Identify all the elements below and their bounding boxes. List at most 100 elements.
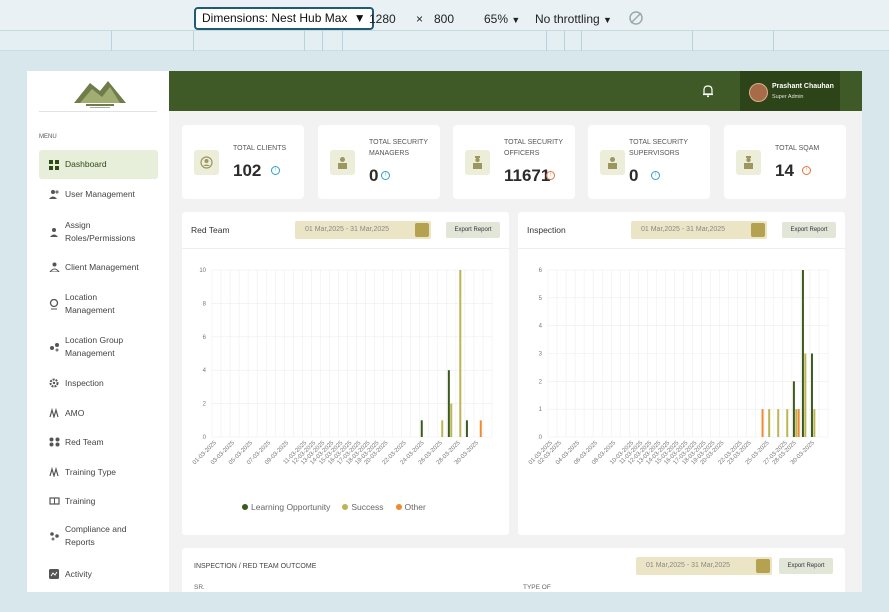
y-tick-label: 4 [203, 368, 207, 374]
legend-label: Other [404, 502, 426, 512]
client-icon [48, 261, 60, 273]
chart-bar[interactable] [797, 409, 800, 437]
bell-icon[interactable] [701, 84, 715, 98]
y-tick-label: 4 [539, 324, 543, 330]
chart-bar[interactable] [441, 420, 444, 437]
stat-card-security-managers[interactable]: TOTAL SECURITY MANAGERS 0 ↑ [318, 125, 440, 199]
column-header-type: TYPE OF [523, 584, 551, 591]
zoom-select[interactable]: 65% ▼ [484, 12, 520, 26]
client-icon [194, 150, 219, 175]
sidebar-item-activity[interactable]: Activity [39, 565, 158, 583]
stat-title: TOTAL SECURITY SUPERVISORS [629, 139, 688, 157]
chart-bar[interactable] [810, 353, 813, 438]
y-tick-label: 0 [539, 435, 543, 441]
sidebar-item-label: Dashboard [65, 159, 107, 169]
arrow-up-icon: ↑ [381, 171, 390, 180]
sidebar-item-dashboard[interactable]: Dashboard [39, 150, 158, 179]
stat-title: TOTAL SECURITY OFFICERS [504, 139, 563, 157]
sidebar-item-assign-roles[interactable]: Assign Roles/Permissions [39, 218, 158, 246]
chart-bar[interactable] [459, 270, 462, 437]
export-report-button[interactable]: Export Report [446, 222, 500, 238]
date-range-picker[interactable]: 01 Mar,2025 - 31 Mar,2025 [295, 221, 431, 239]
avatar [749, 83, 768, 102]
legend-swatch [342, 504, 349, 510]
menu-section-label: MENU [39, 134, 57, 140]
export-report-button[interactable]: Export Report [779, 558, 833, 574]
chart-bar[interactable] [804, 353, 807, 438]
user-name: Prashant Chauhan [772, 83, 834, 90]
chart-bar[interactable] [465, 420, 468, 437]
throttling-select[interactable]: No throttling ▼ [535, 12, 612, 26]
sidebar-item-client-management[interactable]: Client Management [39, 258, 158, 276]
amo-icon [48, 407, 60, 419]
column-header-sr: SR. [194, 584, 205, 591]
outcome-panel: INSPECTION / RED TEAM OUTCOME 01 Mar,202… [182, 548, 845, 592]
chart-bar[interactable] [792, 381, 795, 437]
width-input[interactable]: 1280 [369, 12, 396, 26]
date-range-value: 01 Mar,2025 - 31 Mar,2025 [646, 562, 731, 569]
stat-value: 0 [369, 166, 379, 185]
chart-bar[interactable] [795, 409, 798, 437]
user-role: Super Admin [772, 94, 804, 100]
stat-value: 14 [775, 161, 794, 180]
sidebar-item-label: Red Team [65, 436, 104, 447]
inspection-chart: 012345601-03-202502-03-202504-03-202506-… [528, 268, 829, 466]
inspection-panel: Inspection 01 Mar,2025 - 31 Mar,2025 Exp… [518, 212, 845, 535]
legend-swatch [242, 504, 248, 510]
chart-bar[interactable] [450, 403, 453, 437]
stat-card-security-supervisors[interactable]: TOTAL SECURITY SUPERVISORS 0 ↑ [588, 125, 710, 199]
sidebar-item-amo[interactable]: AMO [39, 404, 158, 422]
y-tick-label: 10 [199, 268, 206, 274]
date-range-picker[interactable]: 01 Mar,2025 - 31 Mar,2025 [631, 221, 767, 239]
chevron-down-icon: ▼ [353, 11, 366, 25]
sidebar-item-location-management[interactable]: Location Management [39, 290, 158, 318]
sidebar-item-training-type[interactable]: Training Type [39, 463, 158, 481]
sidebar-item-label: Compliance and Reports [65, 524, 127, 547]
chart-bar[interactable] [786, 409, 789, 437]
activity-icon [48, 568, 60, 580]
chart-bar[interactable] [761, 409, 764, 437]
date-range-picker[interactable]: 01 Mar,2025 - 31 Mar,2025 [636, 557, 772, 575]
chart-grid [211, 269, 493, 438]
user-profile-menu[interactable]: Prashant Chauhan Super Admin [740, 71, 840, 111]
chart-bar[interactable] [777, 409, 780, 437]
sidebar-item-location-group[interactable]: Location Group Management [39, 333, 158, 361]
location-group-icon [48, 341, 60, 353]
user-key-icon [48, 226, 60, 238]
y-tick-label: 8 [203, 301, 207, 307]
stat-card-security-officers[interactable]: TOTAL SECURITY OFFICERS 11671 ↑ [453, 125, 575, 199]
height-input[interactable]: 800 [434, 12, 454, 26]
stat-value: 102 [233, 161, 262, 180]
export-report-button[interactable]: Export Report [782, 222, 836, 238]
y-tick-label: 6 [203, 335, 207, 341]
legend-item[interactable]: Learning Opportunity [242, 502, 330, 512]
y-tick-label: 6 [539, 268, 543, 274]
sidebar-item-user-management[interactable]: User Management [39, 185, 158, 203]
sidebar-item-red-team[interactable]: Red Team [39, 433, 158, 451]
chart-bar[interactable] [801, 270, 804, 437]
legend-label: Learning Opportunity [251, 502, 331, 512]
chart-bar[interactable] [447, 370, 450, 437]
company-logo [74, 81, 126, 108]
chart-bar[interactable] [813, 409, 816, 437]
chart-bar[interactable] [479, 420, 482, 437]
y-tick-label: 0 [203, 435, 207, 441]
stat-card-total-sqam[interactable]: TOTAL SQAM 14 ↑ [724, 125, 846, 199]
sidebar-item-label: Client Management [65, 261, 139, 272]
rotate-icon[interactable] [627, 9, 645, 27]
device-dimensions-label: Dimensions: Nest Hub Max [202, 11, 348, 25]
chart-bar[interactable] [768, 409, 771, 437]
sidebar-item-compliance[interactable]: Compliance and Reports [39, 522, 158, 550]
gear-icon [48, 377, 60, 389]
sidebar-item-inspection[interactable]: Inspection [39, 374, 158, 392]
legend-item[interactable]: Other [395, 502, 426, 512]
devtools-toolbar: Dimensions: Nest Hub Max ▼ 1280 × 800 65… [0, 0, 889, 31]
supervisor-icon [600, 150, 625, 175]
legend-item[interactable]: Success [342, 502, 384, 512]
sidebar-item-label: Training [65, 495, 96, 506]
stat-card-total-clients[interactable]: TOTAL CLIENTS 102 ↑ [182, 125, 304, 199]
manager-icon [330, 150, 355, 175]
sidebar-item-training[interactable]: Training [39, 492, 158, 510]
chart-bar[interactable] [420, 420, 423, 437]
device-dimensions-select[interactable]: Dimensions: Nest Hub Max ▼ [194, 7, 374, 30]
